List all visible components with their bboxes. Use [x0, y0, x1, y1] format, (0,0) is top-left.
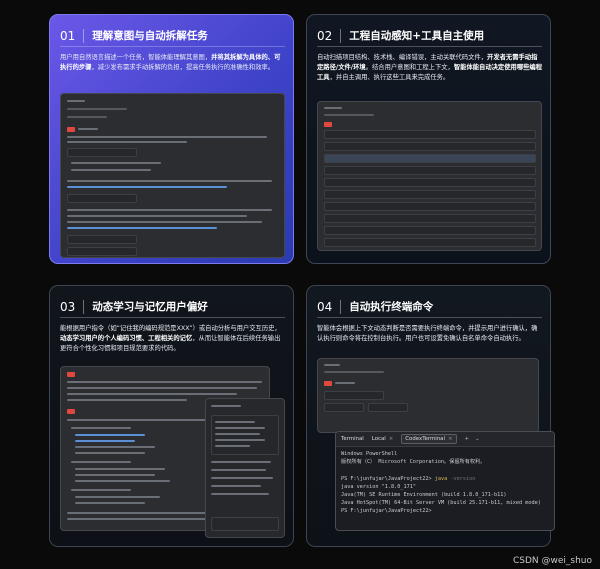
feature-card-memory: 03 动态学习与记忆用户偏好 能根据用户指令（如“记住我的编码规范是XXX”）或… — [49, 285, 294, 547]
feature-card-project-awareness: 02 工程自动感知+工具自主使用 自动扫描项目结构、技术栈、编译错误，主动关联代… — [306, 14, 551, 264]
card-number: 01 — [60, 28, 85, 43]
terminal-line: PS F:\junfujar\JavaProject22> — [341, 508, 432, 515]
add-tab-icon[interactable]: + — [465, 436, 470, 442]
watermark: CSDN @wei_shuo — [512, 556, 592, 566]
card-number: 02 — [317, 28, 342, 43]
terminal-command-line: PS F:\junfujar\JavaProject22> java -vers… — [341, 475, 476, 482]
card-header: 03 动态学习与记忆用户偏好 — [60, 296, 285, 318]
card-title: 自动执行终端命令 — [349, 301, 434, 313]
chat-screenshot — [60, 93, 285, 258]
card-description: 用户用自然语言描述一个任务，智能体能理解其意图，并将其拆解为具体的、可执行的步骤… — [60, 54, 281, 71]
terminal-tab-codex[interactable]: CodexTerminal × — [401, 434, 457, 444]
card-title: 工程自动感知+工具自主使用 — [349, 30, 485, 42]
card-title: 动态学习与记忆用户偏好 — [92, 301, 208, 313]
card-title: 理解意图与自动拆解任务 — [92, 30, 208, 42]
agent-screenshot — [317, 358, 539, 433]
close-icon[interactable]: × — [389, 436, 394, 442]
card-description: 自动扫描项目结构、技术栈、编译错误，主动关联代码文件，开发者无需手动指定路径/文… — [317, 54, 542, 81]
terminal-output[interactable]: Windows PowerShell 版权所有（C） Microsoft Cor… — [336, 447, 554, 519]
card-description: 智能体会根据上下文动态判断是否需要执行终端命令，并提示用户进行确认，确认执行则命… — [317, 325, 538, 342]
terminal-panel[interactable]: Terminal Local × CodexTerminal × + ⌄ Windo… — [335, 431, 555, 531]
terminal-line: Java(TM) SE Runtime Environment (build 1… — [341, 492, 507, 499]
card-description: 能根据用户指令（如“记住我的编码规范是XXX”）或自动分析与用户交互历史，动态学… — [60, 325, 281, 352]
card-header: 04 自动执行终端命令 — [317, 296, 542, 318]
card-header: 01 理解意图与自动拆解任务 — [60, 25, 285, 47]
card-header: 02 工程自动感知+工具自主使用 — [317, 25, 542, 47]
chevron-down-icon[interactable]: ⌄ — [475, 436, 480, 442]
terminal-line: Java HotSpot(TM) 64-Bit Server VM (build… — [341, 500, 541, 507]
terminal-line: Windows PowerShell — [341, 451, 398, 457]
terminal-line: 版权所有（C） Microsoft Corporation。保留所有权利。 — [341, 459, 486, 466]
file-list-screenshot — [317, 101, 542, 251]
close-icon[interactable]: × — [448, 436, 453, 442]
card-number: 04 — [317, 299, 342, 314]
terminal-line: java version "1.8.0_171" — [341, 483, 416, 490]
card-number: 03 — [60, 299, 85, 314]
terminal-tab-local[interactable]: Local × — [372, 436, 394, 442]
feature-card-intent: 01 理解意图与自动拆解任务 用户用自然语言描述一个任务，智能体能理解其意图，并… — [49, 14, 294, 264]
terminal-tab-terminal[interactable]: Terminal — [341, 436, 364, 442]
memory-popup-screenshot — [205, 398, 285, 538]
terminal-tab-bar: Terminal Local × CodexTerminal × + ⌄ — [336, 432, 554, 447]
